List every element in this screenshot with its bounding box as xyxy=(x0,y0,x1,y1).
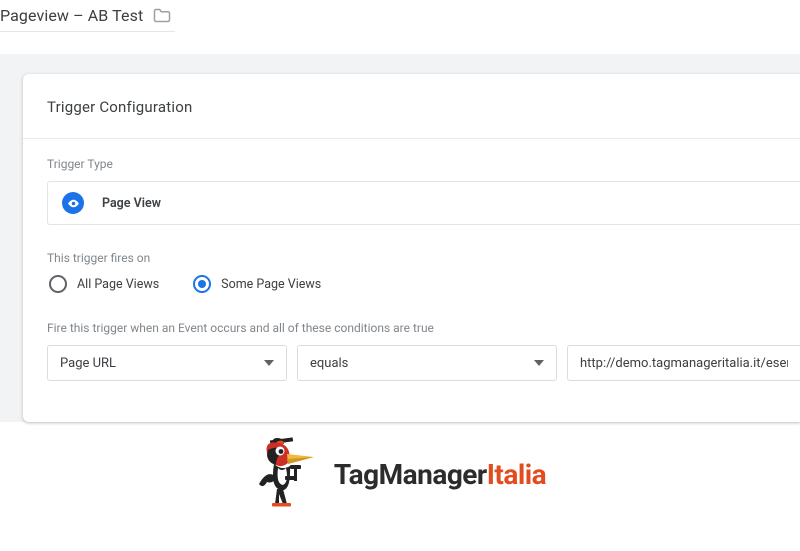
fires-on-label: This trigger fires on xyxy=(47,251,800,265)
fires-on-radio-group: All Page Views Some Page Views xyxy=(47,275,800,293)
trigger-type-name: Page View xyxy=(102,196,161,211)
condition-variable-value: Page URL xyxy=(60,356,116,371)
brand-part1: TagManager xyxy=(334,458,487,491)
radio-some-label: Some Page Views xyxy=(221,277,321,292)
radio-some-page-views[interactable]: Some Page Views xyxy=(193,275,321,293)
brand-footer: TagManagerItalia xyxy=(0,434,800,514)
condition-row: Page URL equals xyxy=(47,345,800,381)
trigger-type-selector[interactable]: Page View xyxy=(47,181,800,225)
chevron-down-icon xyxy=(264,360,274,366)
condition-value-input[interactable] xyxy=(567,345,800,381)
trigger-config-card: Trigger Configuration Trigger Type Page … xyxy=(23,74,800,422)
chevron-down-icon xyxy=(534,360,544,366)
page-title[interactable]: Pageview – AB Test xyxy=(0,6,143,25)
page-title-bar: Pageview – AB Test xyxy=(0,0,175,32)
radio-circle-icon xyxy=(49,275,67,293)
condition-variable-select[interactable]: Page URL xyxy=(47,345,287,381)
divider xyxy=(23,138,800,139)
canvas-area: Trigger Configuration Trigger Type Page … xyxy=(0,54,800,422)
card-heading: Trigger Configuration xyxy=(47,98,800,116)
condition-operator-value: equals xyxy=(310,356,348,371)
woodpecker-logo-icon xyxy=(254,434,324,514)
radio-all-page-views[interactable]: All Page Views xyxy=(49,275,159,293)
brand-part2: Italia xyxy=(487,458,546,491)
trigger-type-label: Trigger Type xyxy=(47,157,800,171)
pageview-eye-icon xyxy=(62,192,84,214)
radio-all-label: All Page Views xyxy=(77,277,159,292)
radio-circle-icon xyxy=(193,275,211,293)
conditions-label: Fire this trigger when an Event occurs a… xyxy=(47,321,800,335)
folder-icon[interactable] xyxy=(153,8,171,23)
condition-operator-select[interactable]: equals xyxy=(297,345,557,381)
brand-text: TagManagerItalia xyxy=(334,458,546,491)
